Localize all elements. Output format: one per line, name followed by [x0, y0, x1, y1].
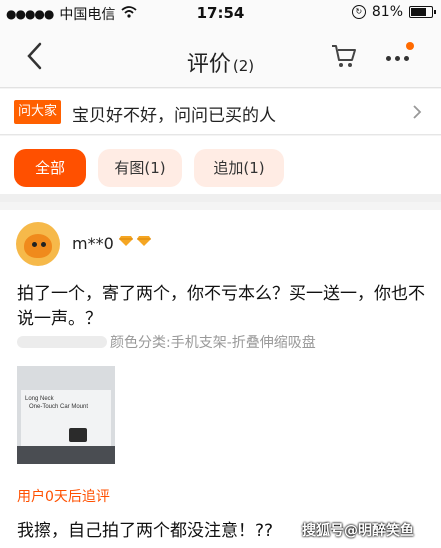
cart-button[interactable] — [330, 42, 358, 70]
watermark: 搜狐号@明醉笑鱼 — [302, 523, 414, 539]
rotation-lock-icon: ↻ — [351, 5, 366, 19]
ask-community-bar[interactable]: 问大家 宝贝好不好，问问已买的人 — [0, 89, 441, 135]
followup-text: 我擦，自己拍了两个都没注意！?? — [17, 521, 274, 541]
filter-bar: 全部 有图(1) 追加(1) — [0, 136, 441, 202]
notification-dot — [406, 42, 414, 50]
ask-tag: 问大家 — [14, 100, 62, 124]
ask-prompt: 宝贝好不好，问问已买的人 — [72, 106, 276, 126]
more-button[interactable] — [384, 42, 414, 70]
review-card: m**0 拍了一个，寄了两个，你不亏本么？买一送一，你也不说一声。？ 颜色分类:… — [0, 210, 441, 548]
filter-all[interactable]: 全部 — [14, 149, 86, 187]
product-spec: 颜色分类:手机支架-折叠伸缩吸盘 — [110, 335, 316, 351]
photo-label-line2: One-Touch Car Mount — [29, 404, 89, 410]
review-photo[interactable]: Long Neck One-Touch Car Mount — [17, 366, 115, 464]
review-count: (2) — [232, 57, 255, 75]
filter-with-photos[interactable]: 有图(1) — [98, 149, 182, 187]
cart-icon — [332, 45, 356, 67]
page-title-text: 评价 — [186, 52, 231, 77]
followup-title: 用户0天后追评 — [17, 489, 110, 505]
battery-percent: 81% — [371, 4, 403, 20]
battery-icon — [409, 6, 436, 18]
more-icon — [386, 56, 409, 61]
redacted-date — [17, 336, 107, 348]
status-bar: ●●●●● 中国电信 17:54 ↻ 81% — [0, 0, 441, 26]
chevron-right-icon — [413, 105, 422, 119]
avatar[interactable] — [16, 222, 60, 266]
nav-bar: 评价 (2) — [0, 26, 441, 88]
page-title: 评价 (2) — [0, 46, 441, 78]
photo-label-line1: Long Neck — [25, 396, 54, 402]
review-text: 拍了一个，寄了两个，你不亏本么？买一送一，你也不说一声。？ — [17, 284, 425, 329]
filter-followup[interactable]: 追加(1) — [194, 149, 284, 187]
reviewer-name: m**0 — [72, 234, 114, 253]
diamond-badge-icon — [118, 235, 152, 247]
